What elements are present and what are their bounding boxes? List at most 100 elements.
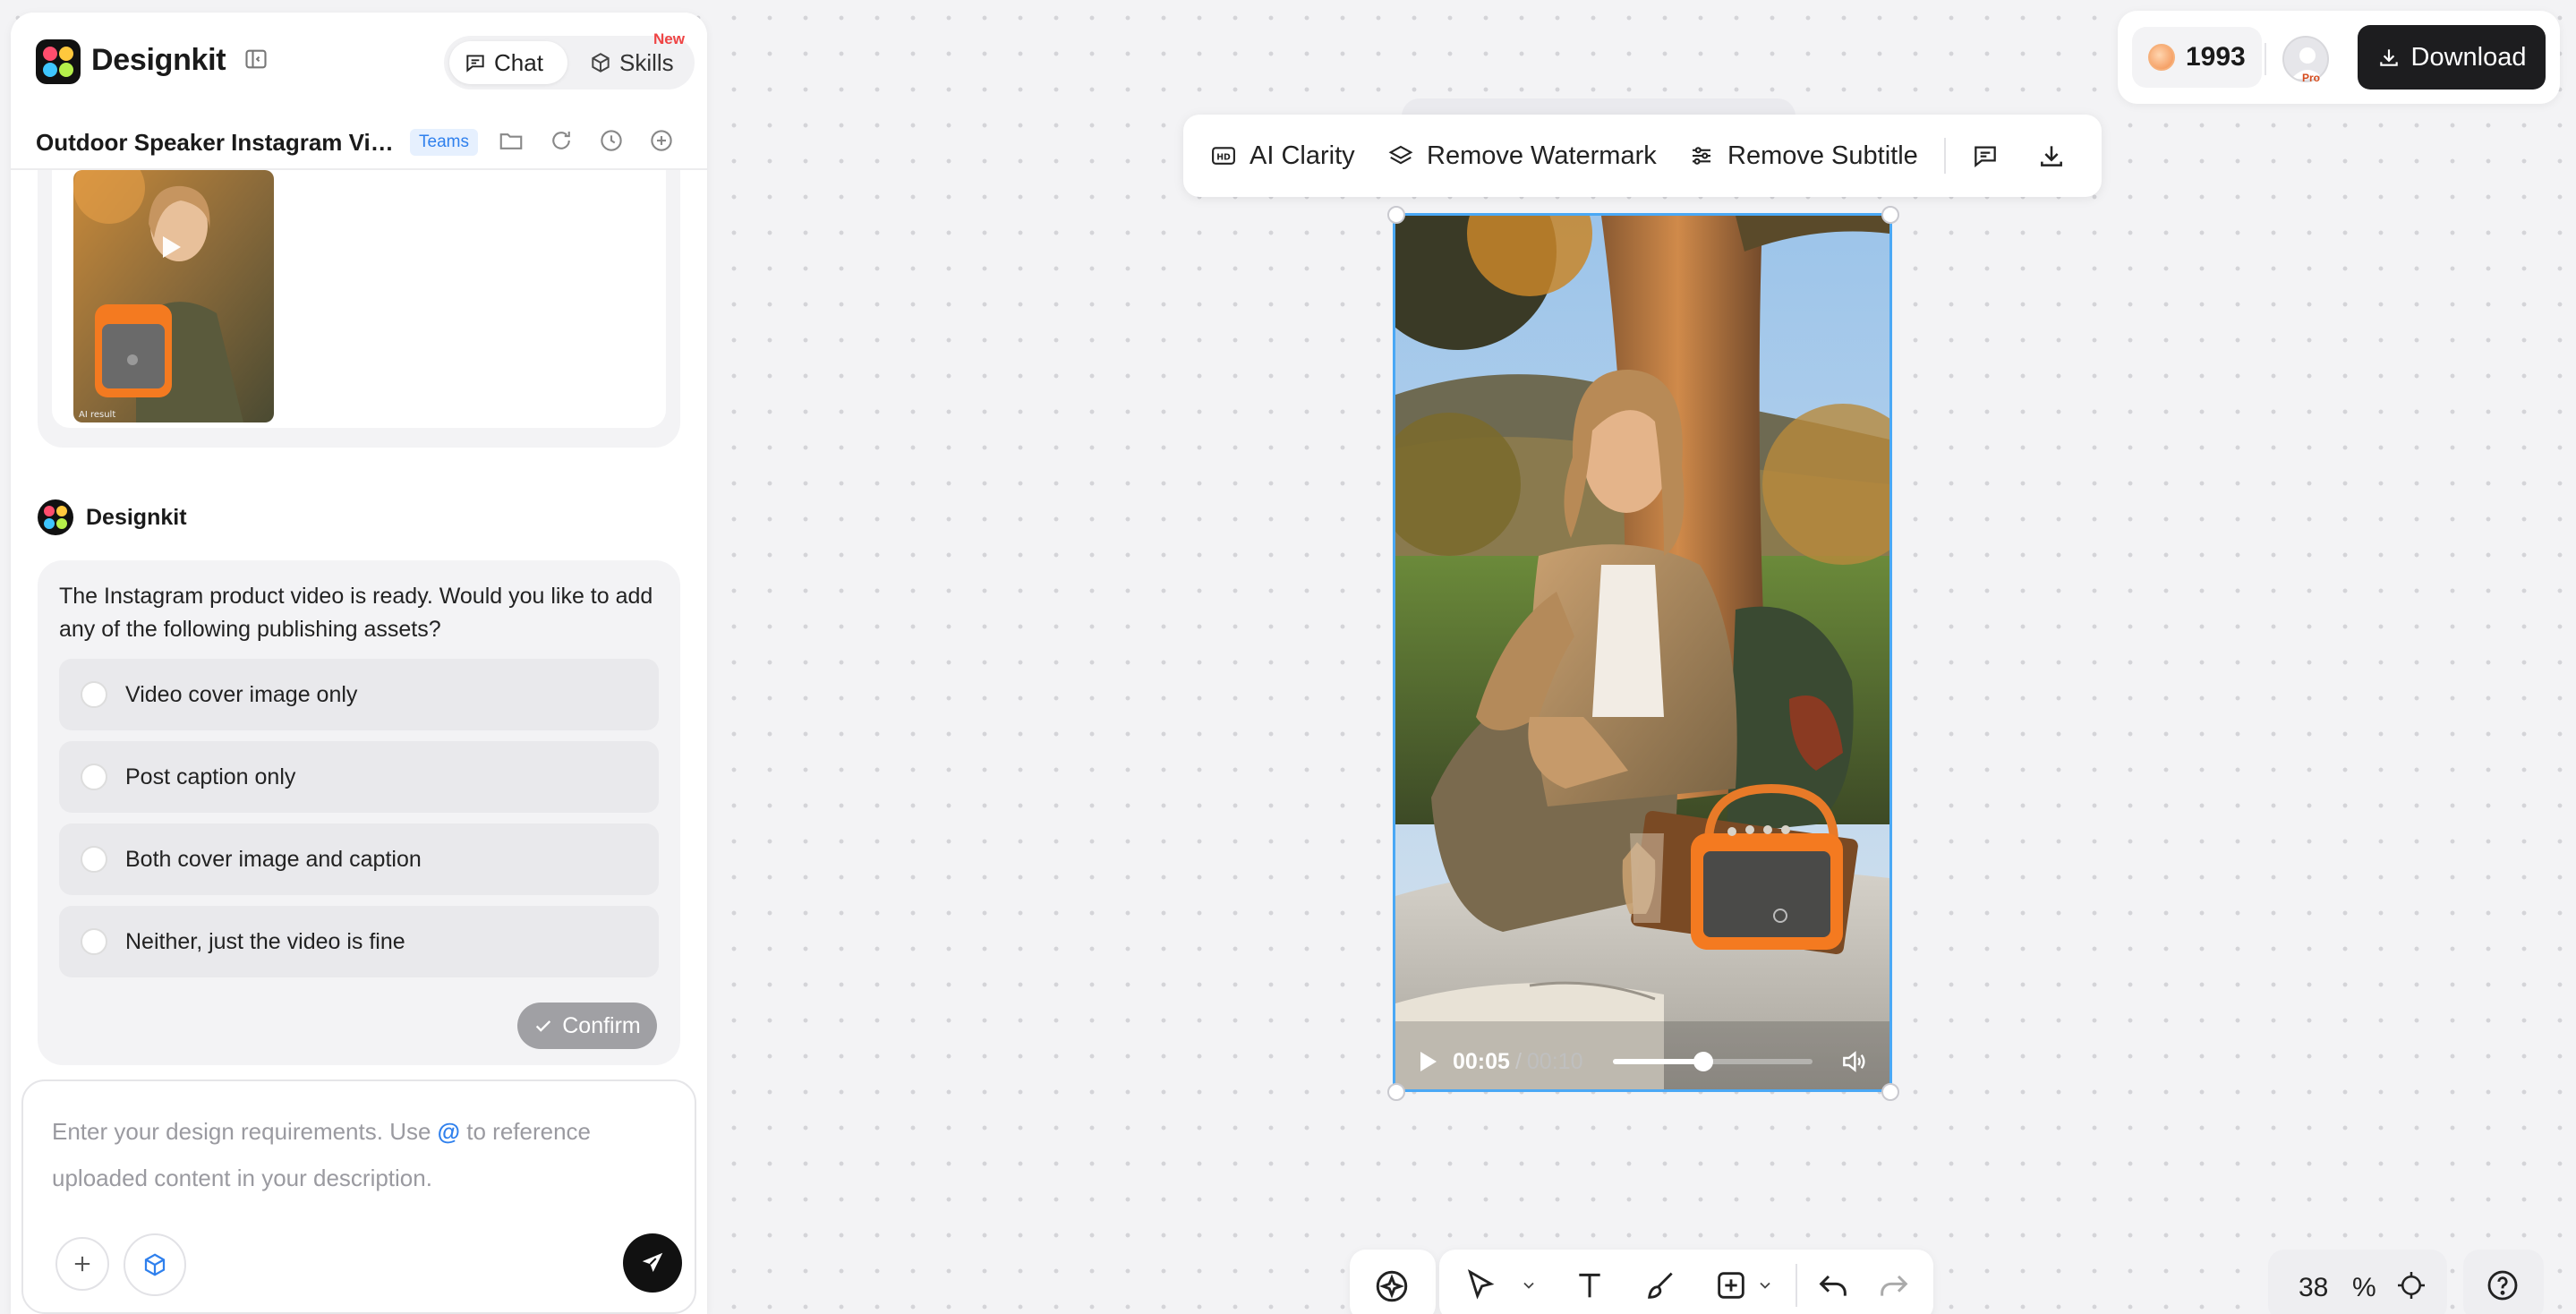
tab-chat[interactable]: Chat — [449, 41, 567, 84]
option-label: Video cover image only — [125, 681, 358, 707]
ai-clarity-label: AI Clarity — [1250, 141, 1355, 170]
chevron-down-icon[interactable] — [1520, 1276, 1538, 1294]
placeholder-before: Enter your design requirements. Use — [52, 1118, 431, 1145]
zoom-value[interactable]: 38 — [2299, 1273, 2328, 1303]
remove-watermark-button[interactable]: Remove Watermark — [1387, 115, 1657, 197]
option-caption-only[interactable]: Post caption only — [59, 741, 659, 813]
credits-display[interactable]: 1993 — [2132, 27, 2262, 88]
video-controls: 00:05 / 00:10 — [1395, 1034, 1889, 1089]
sidebar-header: Designkit Chat Skills New Outdoor Speake… — [11, 13, 707, 170]
volume-icon[interactable] — [1839, 1047, 1868, 1076]
assistant-header: Designkit — [38, 499, 187, 535]
video-frame-image — [1395, 216, 1889, 1089]
chat-messages[interactable]: AI result Designkit The Instagram produc… — [11, 170, 707, 1074]
add-shape-icon[interactable] — [1713, 1267, 1749, 1303]
resize-handle-bottom-left[interactable] — [1387, 1083, 1405, 1101]
comment-icon — [1971, 141, 2000, 170]
radio-button[interactable] — [81, 846, 107, 873]
video-progress-handle[interactable] — [1693, 1052, 1713, 1071]
reply-text: The Instagram product video is ready. Wo… — [59, 584, 653, 642]
resize-handle-bottom-right[interactable] — [1881, 1083, 1899, 1101]
cube-icon — [141, 1251, 168, 1278]
download-label: Download — [2410, 42, 2527, 72]
divider — [2265, 43, 2266, 75]
undo-icon[interactable] — [1815, 1267, 1851, 1303]
history-icon[interactable] — [598, 127, 625, 154]
designkit-logo[interactable] — [36, 39, 81, 84]
radio-button[interactable] — [81, 681, 107, 708]
ai-sparkle-icon[interactable] — [1373, 1267, 1411, 1305]
redo-icon[interactable] — [1876, 1267, 1912, 1303]
project-title[interactable]: Outdoor Speaker Instagram Vid... — [36, 129, 403, 157]
prompt-input-box[interactable]: Enter your design requirements. Use @ to… — [21, 1079, 696, 1314]
canvas-tools-group — [1439, 1250, 1933, 1314]
check-icon — [533, 1016, 553, 1036]
previous-result-card: AI result — [38, 170, 680, 448]
brush-icon[interactable] — [1643, 1267, 1679, 1303]
coin-icon — [2148, 44, 2175, 71]
video-tool-bar: HD AI Clarity Remove Watermark Remove Su… — [1183, 115, 2102, 197]
confirm-label: Confirm — [562, 1012, 641, 1038]
skills-cube-icon — [589, 51, 612, 74]
attach-button[interactable] — [55, 1237, 109, 1291]
folder-icon[interactable] — [498, 127, 525, 154]
teams-badge: Teams — [410, 129, 478, 156]
assistant-reply-card: The Instagram product video is ready. Wo… — [38, 560, 680, 1065]
help-icon[interactable] — [2485, 1267, 2521, 1303]
option-label: Both cover image and caption — [125, 846, 422, 872]
assistant-name: Designkit — [86, 504, 187, 530]
hd-icon: HD — [1210, 142, 1237, 169]
brand-name: Designkit — [91, 43, 226, 77]
video-download-button[interactable] — [2037, 115, 2066, 197]
sidebar-collapse-icon[interactable] — [243, 47, 269, 72]
time-separator: / — [1514, 1048, 1522, 1074]
send-button[interactable] — [623, 1233, 682, 1293]
focus-target-icon[interactable] — [2395, 1269, 2427, 1301]
chevron-down-icon[interactable] — [1756, 1276, 1774, 1294]
skills-button[interactable] — [124, 1233, 186, 1296]
toolbar-divider — [1944, 138, 1946, 174]
download-button[interactable]: Download — [2358, 25, 2546, 90]
download-icon — [2037, 141, 2066, 170]
video-progress-fill — [1613, 1059, 1703, 1064]
sliders-icon — [1688, 142, 1715, 169]
radio-button[interactable] — [81, 764, 107, 790]
thumbnail-caption: AI result — [79, 410, 115, 420]
comment-button[interactable] — [1971, 115, 2000, 197]
option-neither[interactable]: Neither, just the video is fine — [59, 906, 659, 977]
plus-icon — [70, 1251, 95, 1276]
total-time: 00:10 — [1526, 1048, 1583, 1074]
remove-watermark-label: Remove Watermark — [1427, 141, 1657, 170]
current-time: 00:05 — [1453, 1048, 1510, 1074]
option-label: Post caption only — [125, 764, 296, 789]
video-canvas-element[interactable]: 00:05 / 00:10 — [1393, 213, 1892, 1092]
account-panel: 1993 Pro Download — [2118, 11, 2560, 104]
video-thumbnail[interactable]: AI result — [73, 170, 274, 422]
new-badge: New — [653, 30, 685, 47]
zoom-control: 38 % — [2268, 1250, 2447, 1314]
option-label: Neither, just the video is fine — [125, 928, 405, 954]
toolbar-divider — [1796, 1264, 1797, 1307]
tab-chat-label: Chat — [494, 48, 543, 76]
video-progress-bar[interactable] — [1613, 1052, 1813, 1071]
pointer-icon[interactable] — [1463, 1267, 1498, 1303]
confirm-button[interactable]: Confirm — [517, 1003, 657, 1049]
radio-button[interactable] — [81, 928, 107, 955]
refresh-icon[interactable] — [548, 127, 575, 154]
remove-subtitle-button[interactable]: Remove Subtitle — [1688, 115, 1918, 197]
option-cover-only[interactable]: Video cover image only — [59, 659, 659, 730]
tab-skills-label: Skills — [619, 48, 674, 76]
ai-clarity-button[interactable]: HD AI Clarity — [1210, 115, 1355, 197]
add-circle-icon[interactable] — [648, 127, 675, 154]
pro-badge: Pro — [2302, 72, 2321, 84]
option-both[interactable]: Both cover image and caption — [59, 823, 659, 895]
text-icon[interactable] — [1572, 1267, 1608, 1303]
resize-handle-top-right[interactable] — [1881, 206, 1899, 224]
chat-sidebar: Designkit Chat Skills New Outdoor Speake… — [11, 13, 707, 1314]
svg-text:HD: HD — [1216, 152, 1231, 162]
play-icon[interactable] — [1417, 1050, 1438, 1073]
help-control — [2463, 1250, 2544, 1314]
resize-handle-top-left[interactable] — [1387, 206, 1405, 224]
send-icon — [639, 1250, 666, 1276]
prompt-input[interactable]: Enter your design requirements. Use @ to… — [52, 1108, 670, 1201]
